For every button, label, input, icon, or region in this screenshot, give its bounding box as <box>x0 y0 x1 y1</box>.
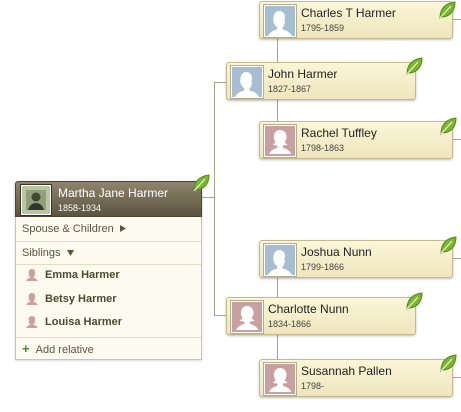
connector-line <box>214 82 226 83</box>
spouse-children-toggle[interactable]: Spouse & Children <box>22 223 126 235</box>
person-card-john-harmer[interactable]: John Harmer 1827-1867 <box>226 62 416 100</box>
sibling-name: Emma Harmer <box>45 269 120 281</box>
person-name: Martha Jane Harmer <box>58 186 169 200</box>
add-relative-button[interactable]: + Add relative <box>22 341 94 356</box>
person-name: John Harmer <box>268 67 338 81</box>
sibling-name: Betsy Harmer <box>45 293 117 305</box>
person-card-rachel-tuffley[interactable]: Rachel Tuffley 1798-1863 <box>259 121 453 159</box>
person-card-susannah-pallen[interactable]: Susannah Pallen 1798- <box>259 359 453 397</box>
person-dates: 1827-1867 <box>268 84 312 94</box>
divider <box>16 264 201 265</box>
connector-line <box>214 315 226 316</box>
divider <box>16 241 201 242</box>
triangle-right-icon <box>119 225 126 232</box>
person-photo <box>21 185 51 215</box>
female-silhouette-icon <box>26 316 38 330</box>
person-dates: 1798-1863 <box>301 143 345 153</box>
female-silhouette-icon <box>264 363 296 395</box>
person-dates: 1795-1859 <box>301 23 345 33</box>
connector-line <box>453 139 461 140</box>
leaf-icon[interactable] <box>404 291 424 311</box>
leaf-icon[interactable] <box>438 116 458 136</box>
person-name: Charles T Harmer <box>301 6 396 20</box>
connector-line <box>453 377 461 378</box>
female-silhouette-icon <box>231 301 263 333</box>
person-dates: 1858-1934 <box>58 203 102 213</box>
female-silhouette-icon <box>264 125 296 157</box>
leaf-icon[interactable] <box>191 173 211 193</box>
person-name: Charlotte Nunn <box>268 302 349 316</box>
female-silhouette-icon <box>26 293 38 307</box>
leaf-icon[interactable] <box>438 353 458 373</box>
focus-person-card[interactable]: Martha Jane Harmer 1858-1934 <box>15 181 202 217</box>
siblings-toggle[interactable]: Siblings <box>22 247 74 259</box>
add-relative-label: Add relative <box>35 344 94 356</box>
person-name: Joshua Nunn <box>301 245 372 259</box>
divider <box>16 337 201 338</box>
person-dates: 1798- <box>301 381 325 391</box>
person-dates: 1799-1866 <box>301 262 345 272</box>
female-silhouette-icon <box>26 269 38 283</box>
person-dates: 1834-1866 <box>268 319 312 329</box>
male-silhouette-icon <box>264 244 296 276</box>
male-silhouette-icon <box>231 66 263 98</box>
person-card-charlotte-nunn[interactable]: Charlotte Nunn 1834-1866 <box>226 297 416 335</box>
leaf-icon[interactable] <box>437 0 457 20</box>
connector-line <box>214 82 215 316</box>
siblings-label: Siblings <box>22 247 61 259</box>
person-card-charles-t-harmer[interactable]: Charles T Harmer 1795-1859 <box>259 1 453 39</box>
connector-line <box>453 258 461 259</box>
sibling-name: Louisa Harmer <box>45 316 123 328</box>
person-card-joshua-nunn[interactable]: Joshua Nunn 1799-1866 <box>259 240 453 278</box>
family-panel: Spouse & Children Siblings Emma Harmer B… <box>15 217 202 360</box>
person-name: Rachel Tuffley <box>301 126 377 140</box>
male-silhouette-icon <box>264 5 296 37</box>
leaf-icon[interactable] <box>404 56 424 76</box>
spouse-children-label: Spouse & Children <box>22 223 114 235</box>
leaf-icon[interactable] <box>438 235 458 255</box>
triangle-down-icon <box>66 250 74 256</box>
person-name: Susannah Pallen <box>301 364 392 378</box>
plus-icon: + <box>22 341 30 356</box>
